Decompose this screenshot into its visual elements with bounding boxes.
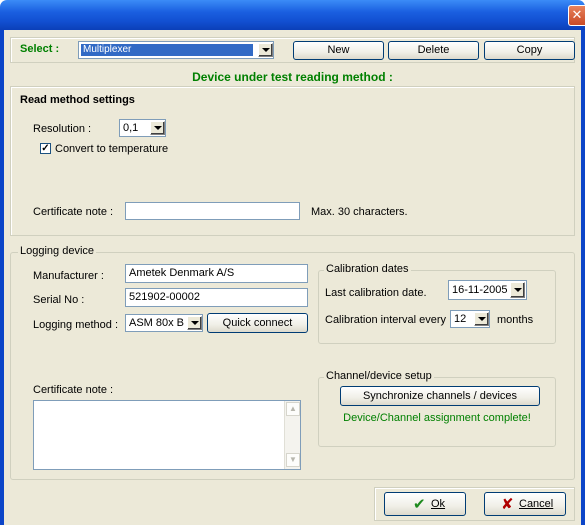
- close-icon: ✕: [571, 8, 583, 23]
- interval-value: 12: [454, 313, 467, 325]
- cancel-label: Cancel: [519, 498, 554, 510]
- x-icon: ✘: [501, 495, 514, 513]
- resolution-label: Resolution :: [33, 123, 92, 135]
- logging-device-title: Logging device: [18, 245, 97, 257]
- serial-label: Serial No :: [33, 294, 85, 306]
- chevron-down-icon[interactable]: [474, 312, 489, 326]
- calibration-title: Calibration dates: [324, 263, 411, 275]
- logging-cert-note-label: Certificate note :: [33, 384, 114, 396]
- select-value: Multiplexer: [81, 44, 253, 56]
- delete-button[interactable]: Delete: [388, 41, 479, 60]
- max-chars-label: Max. 30 characters.: [311, 206, 408, 218]
- chevron-down-icon[interactable]: [150, 121, 165, 135]
- synchronize-button[interactable]: Synchronize channels / devices: [340, 386, 540, 406]
- resolution-dropdown[interactable]: 0,1: [119, 119, 166, 137]
- last-calibration-date-picker[interactable]: 16-11-2005: [448, 280, 527, 300]
- logging-method-value: ASM 80x B: [129, 317, 185, 329]
- select-label: Select :: [20, 43, 60, 55]
- interval-dropdown[interactable]: 12: [450, 310, 490, 328]
- checkmark-icon: ✓: [41, 143, 50, 154]
- status-text: Device/Channel assignment complete!: [343, 412, 531, 424]
- copy-button[interactable]: Copy: [484, 41, 575, 60]
- logging-method-dropdown[interactable]: ASM 80x B: [125, 314, 203, 332]
- manufacturer-field[interactable]: Ametek Denmark A/S: [125, 264, 308, 283]
- channel-setup-title: Channel/device setup: [324, 370, 434, 382]
- chevron-down-icon[interactable]: [258, 43, 273, 57]
- last-calibration-label: Last calibration date.: [325, 287, 427, 299]
- read-cert-note-input[interactable]: [125, 202, 300, 220]
- manufacturer-label: Manufacturer :: [33, 270, 104, 282]
- read-method-title: Read method settings: [20, 94, 135, 106]
- page-title: Device under test reading method :: [192, 70, 393, 84]
- checkmark-icon: ✔: [413, 495, 426, 513]
- logging-method-label: Logging method :: [33, 319, 119, 331]
- chevron-down-icon[interactable]: [187, 316, 202, 330]
- ok-label: Ok: [431, 498, 446, 510]
- months-label: months: [497, 314, 534, 326]
- cancel-button[interactable]: ✘ Cancel: [484, 492, 566, 516]
- textarea-scrollbar[interactable]: ▲ ▼: [284, 401, 300, 469]
- serial-field[interactable]: 521902-00002: [125, 288, 308, 307]
- scroll-down-icon[interactable]: ▼: [286, 453, 300, 467]
- convert-label: Convert to temperature: [55, 143, 169, 155]
- convert-checkbox[interactable]: ✓: [40, 143, 51, 154]
- logging-cert-note-text: [34, 401, 266, 469]
- chevron-down-icon[interactable]: [510, 282, 525, 298]
- read-cert-note-label: Certificate note :: [33, 206, 114, 218]
- last-calibration-value: 16-11-2005: [452, 284, 508, 296]
- scroll-up-icon[interactable]: ▲: [286, 402, 300, 416]
- ok-button[interactable]: ✔ Ok: [384, 492, 466, 516]
- resolution-value: 0,1: [123, 122, 139, 134]
- logging-cert-note-textarea[interactable]: ▲ ▼: [33, 400, 301, 470]
- quick-connect-button[interactable]: Quick connect: [207, 313, 308, 333]
- new-button[interactable]: New: [293, 41, 384, 60]
- window-frame-right: [581, 30, 585, 525]
- close-button[interactable]: ✕: [568, 5, 585, 26]
- interval-label: Calibration interval every :: [325, 314, 453, 326]
- title-bar: [0, 0, 585, 30]
- select-dropdown[interactable]: Multiplexer: [78, 41, 274, 59]
